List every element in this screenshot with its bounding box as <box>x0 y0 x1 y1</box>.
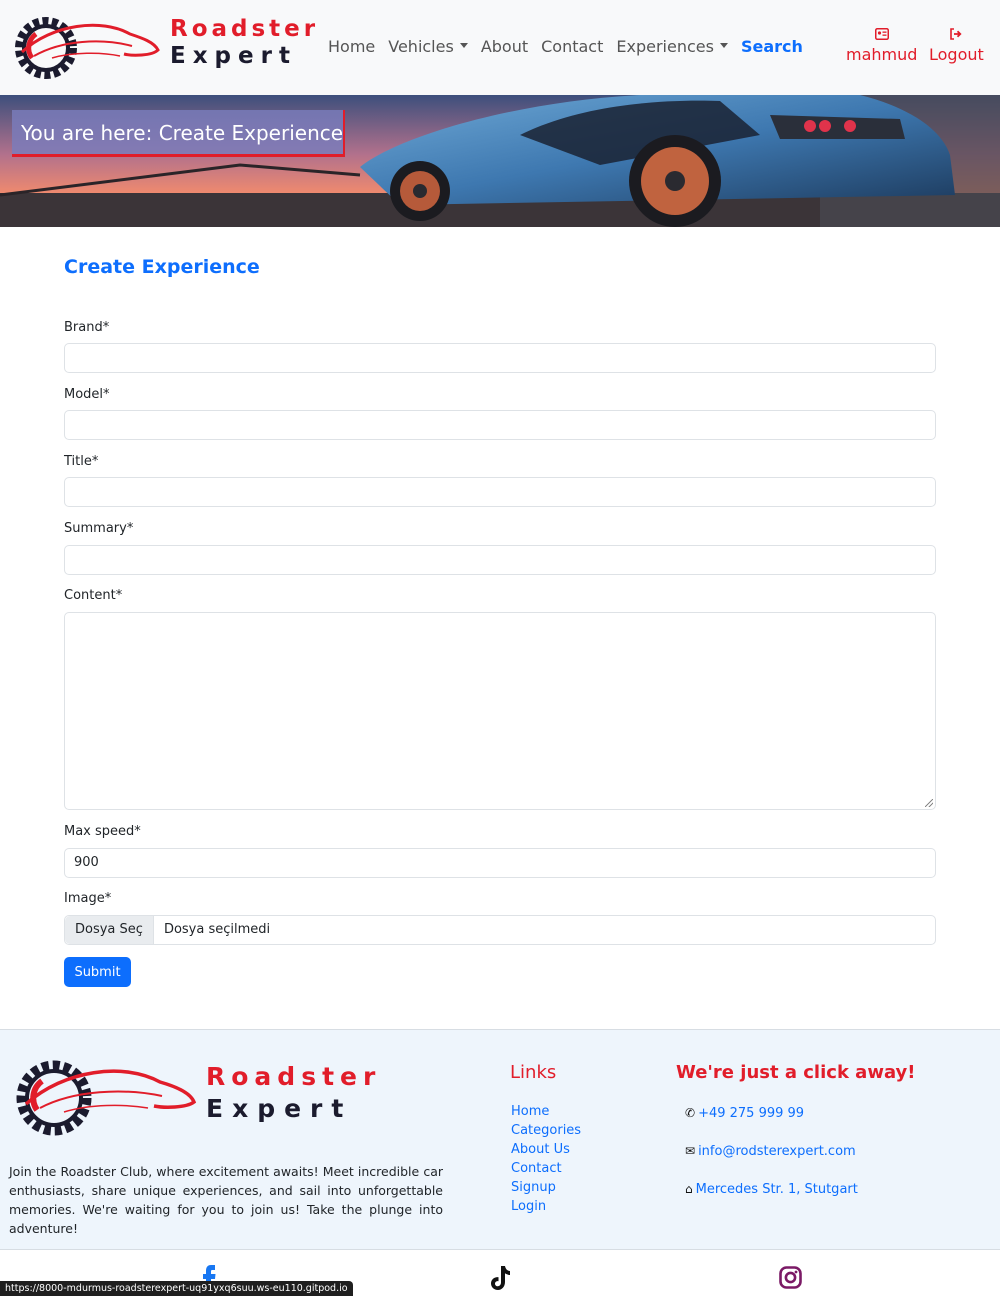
nav-search[interactable]: Search <box>741 37 803 56</box>
footer-links: Home Categories About Us Contact Signup … <box>511 1102 581 1216</box>
logout-link[interactable]: Logout <box>929 28 984 64</box>
contact-phone[interactable]: ✆ +49 275 999 99 <box>685 1106 804 1121</box>
hero-banner: You are here: Create Experience <box>0 95 1000 227</box>
footer-link-home[interactable]: Home <box>511 1102 581 1121</box>
summary-input[interactable] <box>64 545 936 575</box>
nav-vehicles-dropdown[interactable]: Vehicles <box>388 37 468 56</box>
image-file-input[interactable]: Dosya Seç Dosya seçilmedi <box>64 915 936 945</box>
page-title: Create Experience <box>64 256 260 278</box>
footer-link-signup[interactable]: Signup <box>511 1178 581 1197</box>
brand-logo[interactable]: Roadster Expert <box>12 12 315 82</box>
footer-brand-line1: Roadster <box>206 1062 382 1091</box>
footer-description: Join the Roadster Club, where excitement… <box>9 1164 443 1236</box>
nav-menu: Home Vehicles About Contact Experiences … <box>328 37 816 56</box>
contact-address[interactable]: ⌂ Mercedes Str. 1, Stutgart <box>685 1182 858 1197</box>
nav-about[interactable]: About <box>481 37 528 56</box>
brand-line2: Expert <box>170 43 297 69</box>
tiktok-icon[interactable] <box>488 1264 512 1292</box>
choose-file-button[interactable]: Dosya Seç <box>65 916 154 944</box>
nav-experiences-dropdown[interactable]: Experiences <box>616 37 728 56</box>
links-title: Links <box>510 1062 557 1083</box>
phone-text: +49 275 999 99 <box>698 1106 805 1121</box>
brand-line1: Roadster <box>170 16 320 42</box>
brand-label: Brand* <box>64 320 110 335</box>
title-input[interactable] <box>64 477 936 507</box>
model-input[interactable] <box>64 410 936 440</box>
brand-wordmark: Roadster Expert <box>170 18 319 68</box>
home-icon: ⌂ <box>685 1182 693 1196</box>
brand-input[interactable] <box>64 343 936 373</box>
footer-link-contact[interactable]: Contact <box>511 1159 581 1178</box>
max-speed-label: Max speed* <box>64 824 141 839</box>
username-label: mahmud <box>846 45 918 64</box>
model-label: Model* <box>64 387 110 402</box>
footer-brand-line2: Expert <box>206 1094 353 1123</box>
nav-vehicles-label: Vehicles <box>388 37 454 56</box>
footer: Roadster Expert Join the Roadster Club, … <box>0 1029 1000 1250</box>
file-status-text: Dosya seçilmedi <box>163 922 271 937</box>
caret-down-icon <box>459 43 468 48</box>
max-speed-input[interactable]: 900 <box>64 848 936 878</box>
caret-down-icon <box>719 43 728 48</box>
nav-contact[interactable]: Contact <box>541 37 603 56</box>
logout-label: Logout <box>929 45 984 64</box>
footer-link-categories[interactable]: Categories <box>511 1121 581 1140</box>
submit-button[interactable]: Submit <box>64 957 131 987</box>
logout-icon <box>929 28 984 43</box>
email-text: info@rodsterexpert.com <box>698 1144 856 1159</box>
breadcrumb: You are here: Create Experience <box>12 110 345 157</box>
footer-logo[interactable]: Roadster Expert <box>14 1056 375 1140</box>
user-profile-link[interactable]: mahmud <box>846 28 917 64</box>
nav-home[interactable]: Home <box>328 37 375 56</box>
envelope-icon: ✉ <box>685 1144 696 1158</box>
browser-status-url: https://8000-mdurmus-roadsterexpert-uq91… <box>0 1281 353 1296</box>
instagram-icon[interactable] <box>778 1264 804 1292</box>
content-label: Content* <box>64 588 123 603</box>
gear-car-logo-icon <box>16 1060 197 1136</box>
phone-icon: ✆ <box>685 1106 696 1120</box>
image-label: Image* <box>64 891 112 906</box>
id-card-icon <box>846 28 917 43</box>
address-text: Mercedes Str. 1, Stutgart <box>695 1182 858 1197</box>
resize-handle-icon[interactable] <box>925 799 933 807</box>
title-label: Title* <box>64 454 99 469</box>
summary-label: Summary* <box>64 521 134 536</box>
footer-link-about-us[interactable]: About Us <box>511 1140 581 1159</box>
gear-car-logo-icon <box>15 17 160 79</box>
contact-email[interactable]: ✉ info@rodsterexpert.com <box>685 1144 856 1159</box>
footer-link-login[interactable]: Login <box>511 1197 581 1216</box>
content-textarea[interactable] <box>64 612 936 810</box>
contact-title: We're just a click away! <box>676 1062 916 1083</box>
nav-experiences-label: Experiences <box>616 37 714 56</box>
navbar: Roadster Expert Home Vehicles About Cont… <box>0 0 1000 95</box>
footer-wordmark: Roadster Expert <box>206 1064 381 1121</box>
